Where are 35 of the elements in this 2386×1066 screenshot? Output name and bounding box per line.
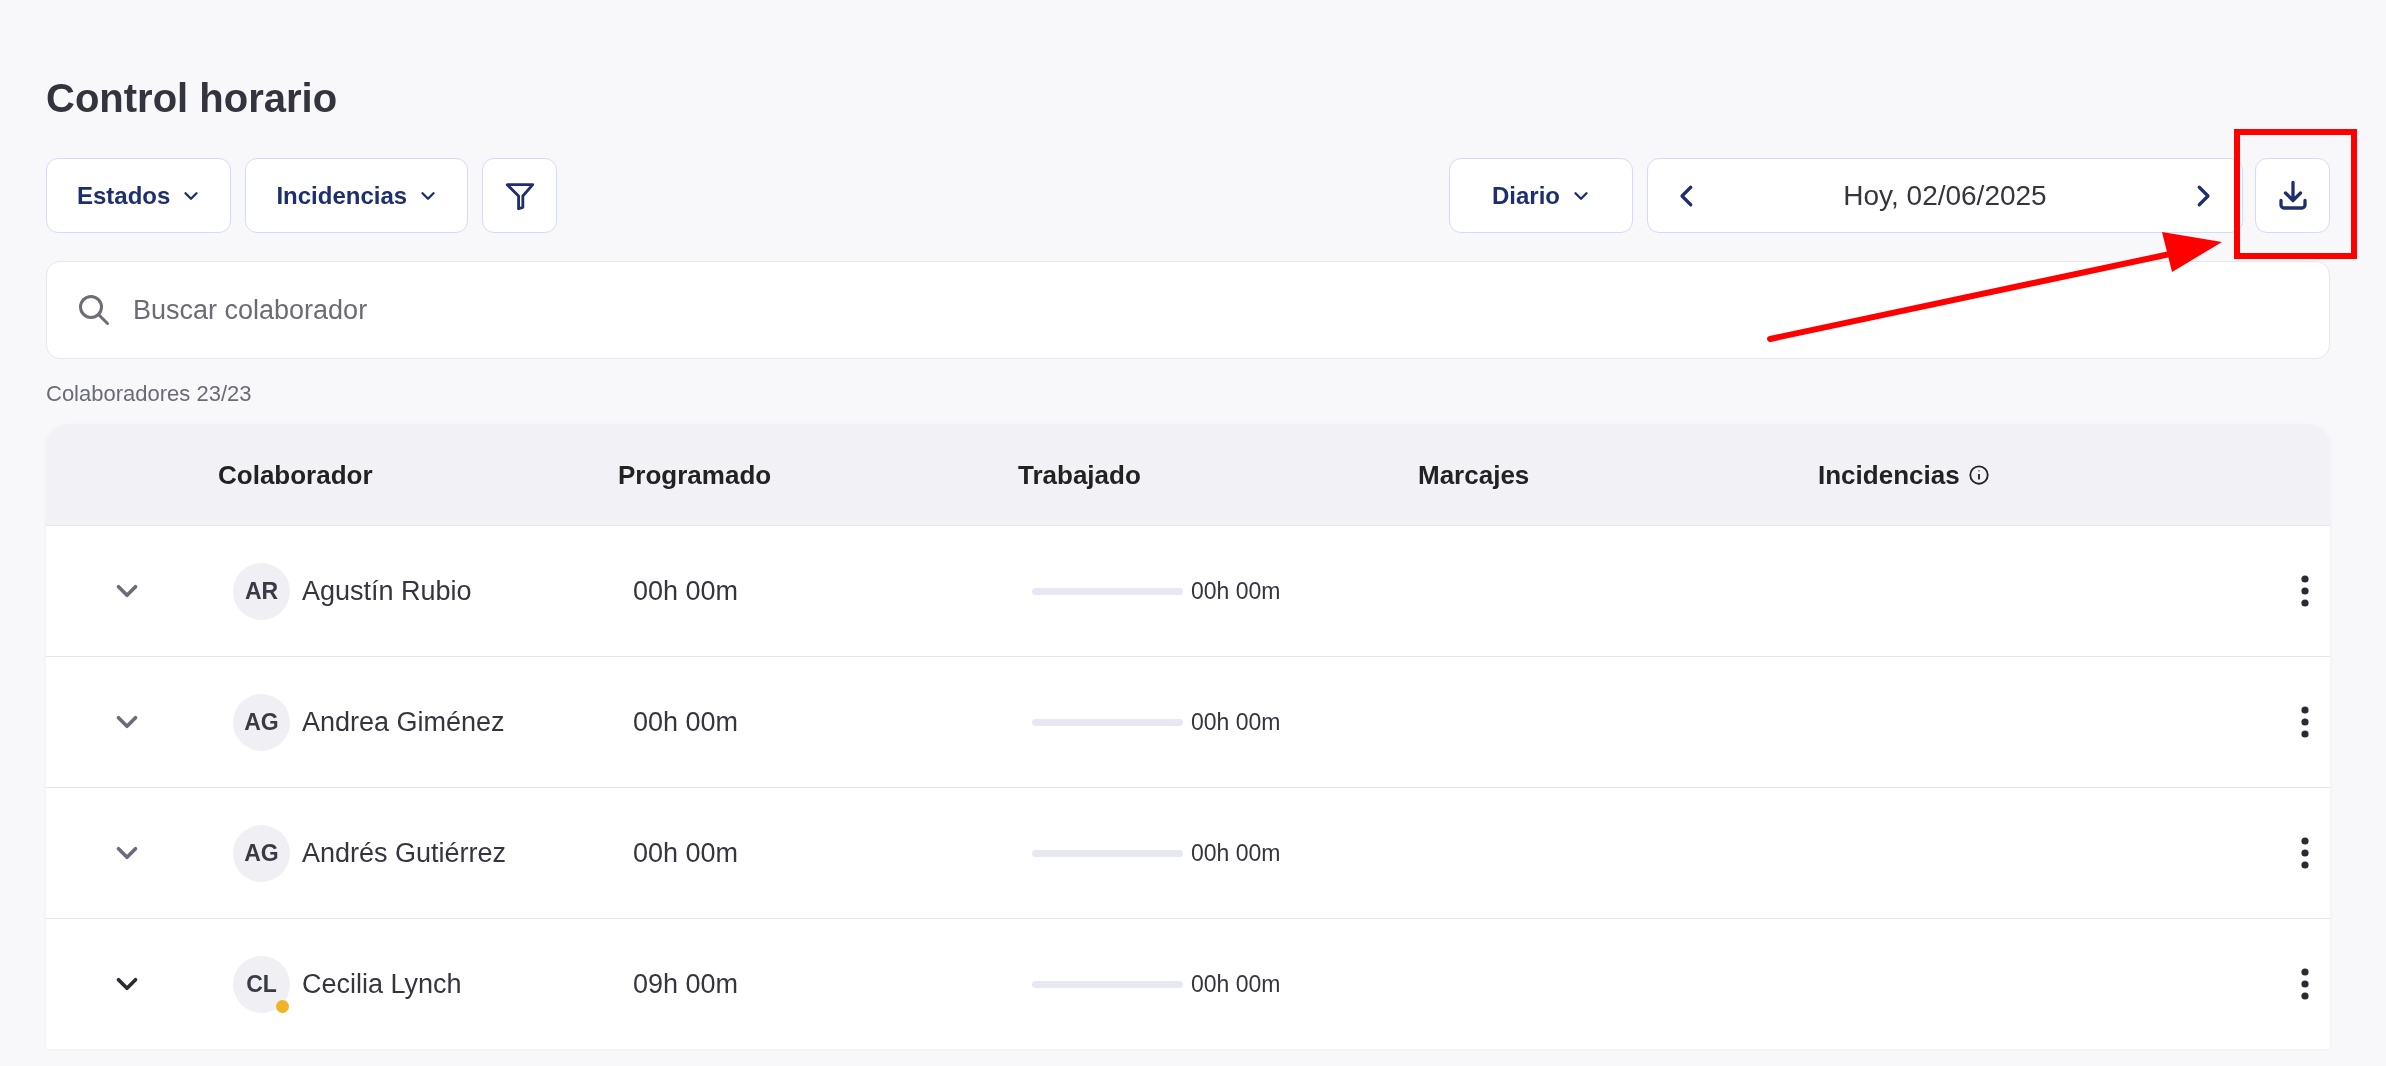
scheduled-time: 00h 00m [633,706,739,737]
avatar: AG [233,693,290,751]
avatar: AR [233,562,290,620]
view-dropdown[interactable]: Diario [1449,158,1633,233]
more-options-icon[interactable] [2300,705,2310,739]
worked-time: 00h 00m [1191,577,1281,605]
filter-dropdown[interactable]: Incidencias [245,158,469,233]
avatar: CL [233,955,290,1013]
column-header: Colaborador [218,459,373,491]
search-field[interactable]: Buscar colaborador [46,261,2330,359]
more-options-icon[interactable] [2300,967,2310,1001]
worked-time: 00h 00m [1191,839,1281,867]
column-header: Marcajes [1418,459,1530,491]
scheduled-time: 00h 00m [633,837,739,868]
date-label: Hoy, 02/06/2025 [1843,179,2047,212]
collaborator-name: Cecilia Lynch [302,968,462,1000]
column-header: Incidencias [1818,459,1960,491]
worked-time: 00h 00m [1191,708,1281,736]
filter-button[interactable] [482,158,558,233]
collaborator-name: Andrés Gutiérrez [302,837,507,869]
more-options-icon[interactable] [2300,574,2310,608]
page-title: Control horario [46,75,339,122]
collaborator-count: Colaboradores 23/23 [46,381,253,407]
worked-time: 00h 00m [1191,970,1281,998]
scheduled-time: 00h 00m [633,575,739,606]
column-header: Trabajado [1018,459,1141,491]
collaborator-name: Agustín Rubio [302,575,472,607]
scheduled-time: 09h 00m [633,968,739,999]
collaborator-name: Andrea Giménez [302,706,505,738]
download-button[interactable] [2255,158,2330,233]
info-icon [1967,464,1990,486]
more-options-icon[interactable] [2300,836,2310,870]
avatar: AG [233,824,290,882]
filter-dropdown[interactable]: Estados [46,158,232,233]
column-header: Programado [618,459,772,491]
